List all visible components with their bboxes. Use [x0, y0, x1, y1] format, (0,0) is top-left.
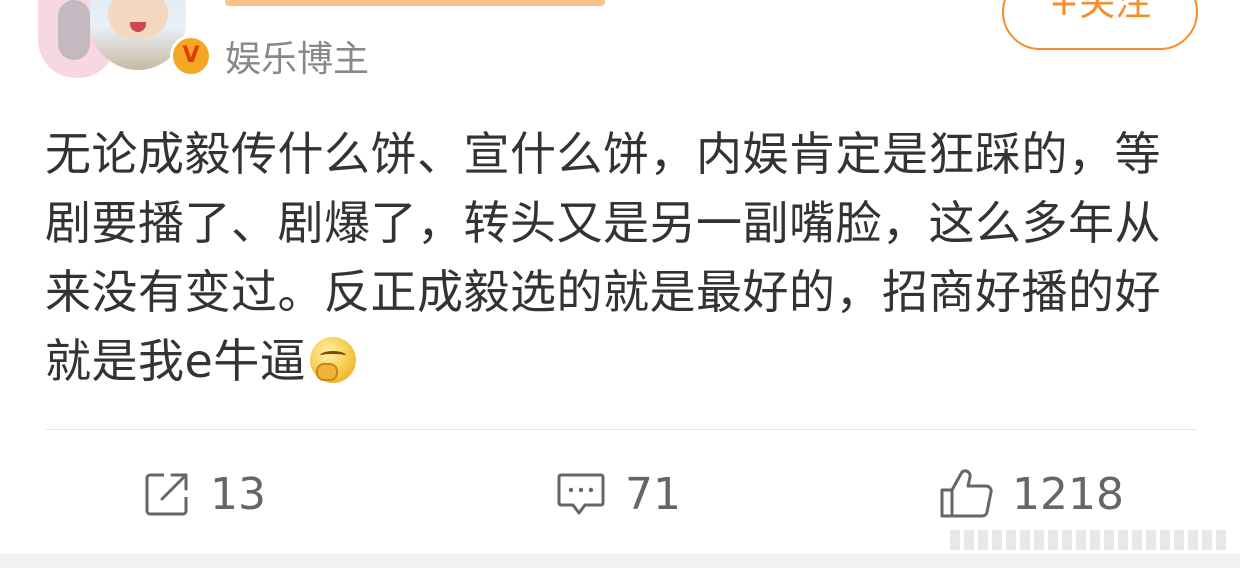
like-count: 1218	[1012, 468, 1124, 520]
divider	[45, 429, 1197, 430]
repost-count: 13	[210, 468, 266, 520]
username-cropped[interactable]	[225, 0, 605, 6]
like-button[interactable]: 1218	[938, 466, 1124, 522]
comment-button[interactable]: 71	[555, 466, 681, 522]
avatar[interactable]: V	[38, 0, 212, 80]
comment-count: 71	[625, 468, 681, 520]
verified-badge-label: V	[182, 43, 200, 68]
comment-icon	[557, 473, 605, 515]
follow-button[interactable]: +关注	[1002, 0, 1198, 50]
bottom-separator	[0, 554, 1240, 568]
avatar-face	[108, 0, 168, 38]
thumbs-up-icon	[940, 469, 993, 518]
verified-badge-icon: V	[170, 35, 212, 77]
share-icon	[145, 473, 188, 516]
post-text: 无论成毅传什么饼、宣什么饼，内娱肯定是狂踩的，等剧要播了、剧爆了，转头又是另一副…	[45, 127, 1161, 388]
post-content: 无论成毅传什么饼、宣什么饼，内娱肯定是狂踩的，等剧要播了、剧爆了，转头又是另一副…	[45, 120, 1195, 396]
user-role-label: 娱乐博主	[225, 39, 370, 80]
repost-button[interactable]: 13	[142, 466, 266, 522]
watermark	[950, 530, 1230, 550]
follow-button-label: +关注	[1048, 0, 1152, 24]
thinking-emoji-icon	[310, 337, 357, 383]
